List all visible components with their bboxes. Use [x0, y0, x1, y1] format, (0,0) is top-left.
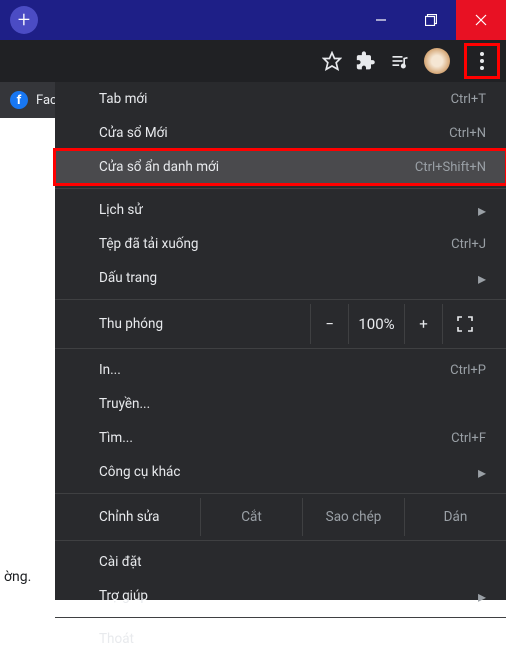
menu-separator: [55, 540, 506, 541]
chevron-right-icon: ▸: [478, 463, 486, 482]
shortcut-label: Ctrl+T: [451, 92, 486, 107]
zoom-percentage: 100%: [348, 304, 404, 344]
menu-new-window[interactable]: Cửa sổ Mới Ctrl+N: [55, 116, 506, 150]
extensions-icon[interactable]: [356, 51, 376, 71]
menu-separator: [55, 188, 506, 189]
star-icon[interactable]: [322, 51, 342, 71]
chevron-right-icon: ▸: [478, 201, 486, 220]
fullscreen-button[interactable]: [442, 304, 486, 344]
maximize-button[interactable]: [406, 0, 456, 40]
shortcut-label: Ctrl+Shift+N: [415, 160, 486, 175]
shortcut-label: Ctrl+F: [451, 431, 486, 446]
menu-separator: [55, 617, 506, 618]
menu-exit[interactable]: Thoát: [55, 622, 506, 656]
shortcut-label: Ctrl+J: [451, 237, 486, 252]
menu-separator: [55, 299, 506, 300]
page-content-strip: [0, 118, 55, 600]
window-controls: [356, 0, 506, 40]
kebab-menu-button[interactable]: [480, 52, 484, 70]
shortcut-label: Ctrl+P: [450, 363, 486, 378]
menu-button-highlight: [464, 43, 500, 79]
menu-new-tab[interactable]: Tab mới Ctrl+T: [55, 82, 506, 116]
chrome-main-menu: Tab mới Ctrl+T Cửa sổ Mới Ctrl+N Cửa sổ …: [55, 82, 506, 600]
zoom-label: Thu phóng: [99, 316, 310, 332]
menu-history[interactable]: Lịch sử ▸: [55, 193, 506, 227]
cut-button[interactable]: Cắt: [200, 498, 302, 536]
menu-bookmarks[interactable]: Dấu trang ▸: [55, 261, 506, 295]
page-text-fragment: ờng.: [0, 569, 31, 585]
paste-button[interactable]: Dán: [404, 498, 506, 536]
edit-label: Chỉnh sửa: [99, 509, 200, 525]
media-icon[interactable]: [390, 51, 410, 71]
browser-toolbar: [0, 40, 506, 82]
zoom-in-button[interactable]: +: [404, 304, 442, 344]
menu-edit-row: Chỉnh sửa Cắt Sao chép Dán: [55, 498, 506, 536]
shortcut-label: Ctrl+N: [449, 126, 486, 141]
menu-cast[interactable]: Truyền...: [55, 387, 506, 421]
menu-settings[interactable]: Cài đặt: [55, 545, 506, 579]
minimize-button[interactable]: [356, 0, 406, 40]
close-button[interactable]: [456, 0, 506, 40]
menu-separator: [55, 493, 506, 494]
zoom-out-button[interactable]: −: [310, 304, 348, 344]
menu-separator: [55, 348, 506, 349]
menu-zoom-row: Thu phóng − 100% +: [55, 304, 506, 344]
profile-avatar[interactable]: [424, 48, 450, 74]
menu-new-incognito[interactable]: Cửa sổ ẩn danh mới Ctrl+Shift+N: [55, 150, 506, 184]
facebook-icon: f: [10, 91, 28, 109]
menu-help[interactable]: Trợ giúp ▸: [55, 579, 506, 613]
window-titlebar: +: [0, 0, 506, 40]
new-tab-button[interactable]: +: [10, 6, 38, 34]
copy-button[interactable]: Sao chép: [302, 498, 404, 536]
plus-icon: +: [18, 8, 30, 33]
menu-more-tools[interactable]: Công cụ khác ▸: [55, 455, 506, 489]
chevron-right-icon: ▸: [478, 269, 486, 288]
tab-label[interactable]: Fac: [36, 93, 57, 108]
menu-find[interactable]: Tìm... Ctrl+F: [55, 421, 506, 455]
menu-print[interactable]: In... Ctrl+P: [55, 353, 506, 387]
menu-downloads[interactable]: Tệp đã tải xuống Ctrl+J: [55, 227, 506, 261]
chevron-right-icon: ▸: [478, 587, 486, 606]
